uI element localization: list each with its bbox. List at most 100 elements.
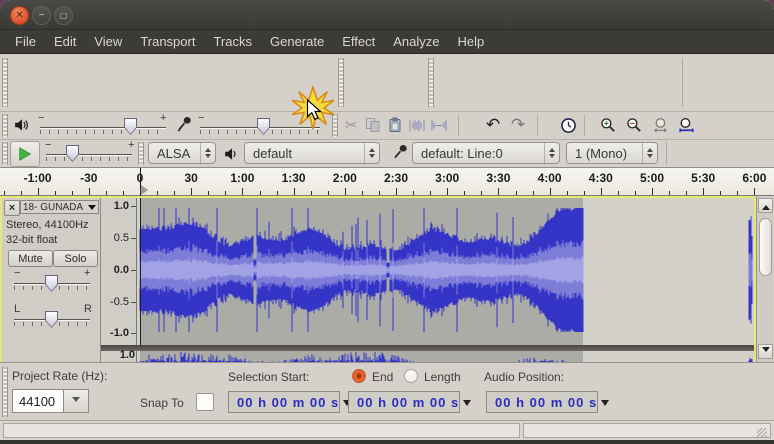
title-bar[interactable]: ✕ − ▢ xyxy=(0,0,774,30)
play-at-speed-button[interactable] xyxy=(10,141,40,167)
snap-to-checkbox[interactable] xyxy=(196,393,214,411)
redo-icon: ↷ xyxy=(511,115,525,135)
meter-toolbar-grip[interactable] xyxy=(428,58,434,107)
scrollbar-thumb[interactable] xyxy=(759,218,772,276)
menu-effect[interactable]: Effect xyxy=(333,31,384,52)
ruler-label: 3:30 xyxy=(486,171,510,185)
input-plus-label: + xyxy=(316,112,322,124)
menu-edit[interactable]: Edit xyxy=(45,31,85,52)
silence-audio-button[interactable] xyxy=(428,114,450,136)
menu-transport[interactable]: Transport xyxy=(131,31,204,52)
track-close-button[interactable]: × xyxy=(4,200,20,216)
recording-channels-select[interactable]: 1 (Mono) xyxy=(566,142,658,164)
ruler-label: 6:00 xyxy=(742,171,766,185)
ruler-label: 30 xyxy=(185,171,198,185)
ruler-tick xyxy=(106,191,107,195)
vruler-label: 0.0 xyxy=(114,264,129,276)
track-name: 18- GUNADA xyxy=(23,202,88,213)
ruler-label: -1:00 xyxy=(24,171,52,185)
ruler-tick xyxy=(21,191,22,195)
ruler-tick xyxy=(55,191,56,195)
ruler-label: 1:00 xyxy=(230,171,254,185)
zoom-in-icon xyxy=(600,117,617,134)
speed-toolbar-grip[interactable] xyxy=(2,142,8,165)
chevron-down-icon xyxy=(88,205,96,214)
selection-toolbar-grip[interactable] xyxy=(2,367,8,417)
ruler-tick xyxy=(652,188,653,195)
play-speed-slider[interactable] xyxy=(46,154,132,155)
scroll-down-button[interactable] xyxy=(758,344,773,359)
menu-help[interactable]: Help xyxy=(448,31,493,52)
toolbar-separator xyxy=(682,58,683,107)
output-plus-label: + xyxy=(160,112,166,124)
audio-host-select[interactable]: ALSA xyxy=(148,142,216,164)
close-icon: × xyxy=(9,202,15,214)
status-bar xyxy=(0,420,774,440)
ruler-label: 5:00 xyxy=(640,171,664,185)
recording-device-select[interactable]: default: Line:0 xyxy=(412,142,560,164)
ruler-tick xyxy=(703,188,704,195)
solo-button[interactable]: Solo xyxy=(53,250,98,267)
waveform-channel2 xyxy=(137,351,754,362)
selection-start-time-field[interactable]: 00 h 00 m 00 s xyxy=(228,391,340,413)
ruler-tick xyxy=(498,188,499,195)
ruler-tick xyxy=(601,188,602,195)
output-minus-label: − xyxy=(38,112,44,124)
vruler-tick xyxy=(131,270,136,271)
menu-generate[interactable]: Generate xyxy=(261,31,333,52)
fit-selection-button[interactable] xyxy=(650,114,672,136)
ruler-tick xyxy=(208,191,209,195)
ruler-tick xyxy=(362,191,363,195)
project-rate-dropdown-button[interactable] xyxy=(63,389,89,413)
fit-project-button[interactable] xyxy=(675,114,697,136)
copy-button[interactable] xyxy=(362,114,384,136)
mute-button[interactable]: Mute xyxy=(8,250,53,267)
ruler-tick xyxy=(157,191,158,195)
menu-analyze[interactable]: Analyze xyxy=(384,31,448,52)
ruler-tick xyxy=(686,191,687,195)
undo-button[interactable]: ↶ xyxy=(482,114,504,136)
menu-view[interactable]: View xyxy=(85,31,131,52)
device-toolbar-grip[interactable] xyxy=(138,142,144,165)
project-rate-select[interactable]: 44100 xyxy=(12,389,64,413)
vertical-ruler[interactable]: 1.00.50.0-0.5-1.0 xyxy=(101,198,137,362)
transport-toolbar-grip[interactable] xyxy=(2,58,8,107)
paste-button[interactable] xyxy=(384,114,406,136)
maximize-window-button[interactable]: ▢ xyxy=(54,6,73,25)
playback-device-select[interactable]: default xyxy=(244,142,380,164)
chevron-up-icon xyxy=(762,201,770,210)
mixer-toolbar-grip[interactable] xyxy=(2,114,8,137)
edit-toolbar-grip[interactable] xyxy=(332,114,338,137)
timeline-ruler[interactable]: -1:00-300301:001:302:002:303:003:304:004… xyxy=(0,167,774,196)
scroll-up-button[interactable] xyxy=(758,198,773,213)
waveform-area-channel2[interactable] xyxy=(137,351,754,362)
tools-toolbar-grip[interactable] xyxy=(338,58,344,107)
waveform-area-channel1[interactable] xyxy=(137,198,754,345)
menu-tracks[interactable]: Tracks xyxy=(204,31,261,52)
end-radio[interactable] xyxy=(352,369,366,383)
audio-position-time-field[interactable]: 00 h 00 m 00 s xyxy=(486,391,598,413)
trim-audio-button[interactable] xyxy=(406,114,428,136)
ruler-tick xyxy=(567,191,568,195)
resize-grip[interactable] xyxy=(757,428,767,437)
ruler-tick xyxy=(481,191,482,195)
length-radio[interactable] xyxy=(404,369,418,383)
output-volume-slider[interactable] xyxy=(40,127,166,128)
vertical-scrollbar[interactable] xyxy=(756,196,773,362)
track-name-menu[interactable]: 18- GUNADA xyxy=(20,200,99,214)
minimize-window-button[interactable]: − xyxy=(32,6,51,25)
minimize-icon: − xyxy=(39,11,45,21)
ruler-tick xyxy=(430,191,431,195)
selection-end-time-field[interactable]: 00 h 00 m 00 s xyxy=(348,391,460,413)
input-minus-label: − xyxy=(198,112,204,124)
copy-icon xyxy=(365,117,381,133)
zoom-out-button[interactable] xyxy=(623,114,645,136)
redo-button[interactable]: ↷ xyxy=(507,114,529,136)
menu-file[interactable]: File xyxy=(6,31,45,52)
ruler-tick xyxy=(311,191,312,195)
cut-button[interactable]: ✂ xyxy=(340,114,362,136)
sync-lock-button[interactable] xyxy=(557,114,579,136)
zoom-in-button[interactable] xyxy=(597,114,619,136)
undo-icon: ↶ xyxy=(486,115,500,135)
close-window-button[interactable]: ✕ xyxy=(10,6,29,25)
